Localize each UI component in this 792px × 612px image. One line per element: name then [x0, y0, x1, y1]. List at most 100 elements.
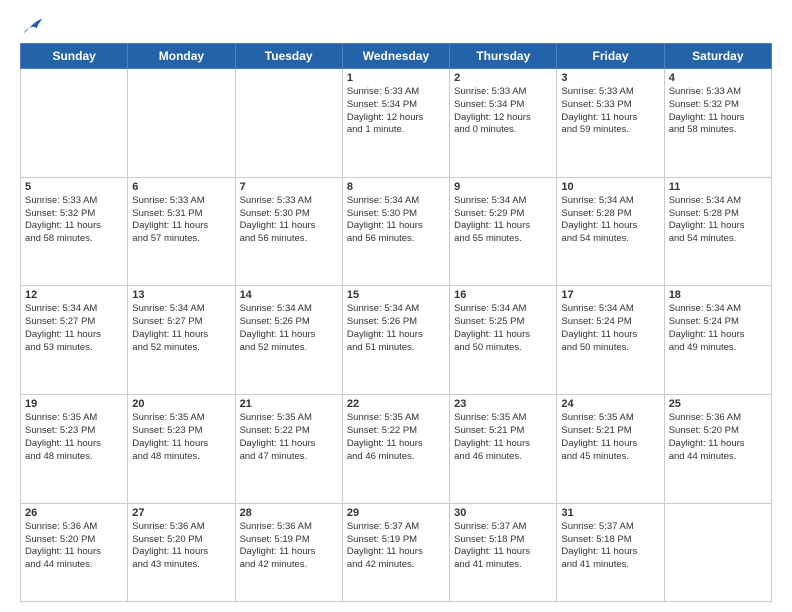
calendar-cell — [664, 503, 771, 601]
calendar-cell: 6Sunrise: 5:33 AMSunset: 5:31 PMDaylight… — [128, 177, 235, 286]
calendar-cell: 24Sunrise: 5:35 AMSunset: 5:21 PMDayligh… — [557, 395, 664, 504]
daylight-text: and 55 minutes. — [454, 233, 552, 246]
sunset-text: Sunset: 5:20 PM — [132, 534, 230, 547]
day-number: 28 — [240, 507, 338, 519]
sunset-text: Sunset: 5:27 PM — [132, 316, 230, 329]
calendar-cell: 25Sunrise: 5:36 AMSunset: 5:20 PMDayligh… — [664, 395, 771, 504]
calendar-cell: 1Sunrise: 5:33 AMSunset: 5:34 PMDaylight… — [342, 69, 449, 178]
daylight-text: Daylight: 11 hours — [347, 546, 445, 559]
calendar-cell: 31Sunrise: 5:37 AMSunset: 5:18 PMDayligh… — [557, 503, 664, 601]
sunset-text: Sunset: 5:22 PM — [347, 425, 445, 438]
sunset-text: Sunset: 5:33 PM — [561, 99, 659, 112]
calendar-cell: 2Sunrise: 5:33 AMSunset: 5:34 PMDaylight… — [450, 69, 557, 178]
daylight-text: Daylight: 11 hours — [25, 220, 123, 233]
day-number: 11 — [669, 181, 767, 193]
sunrise-text: Sunrise: 5:34 AM — [561, 195, 659, 208]
day-number: 19 — [25, 398, 123, 410]
day-number: 10 — [561, 181, 659, 193]
sunrise-text: Sunrise: 5:33 AM — [132, 195, 230, 208]
day-number: 18 — [669, 289, 767, 301]
day-number: 14 — [240, 289, 338, 301]
sunset-text: Sunset: 5:26 PM — [240, 316, 338, 329]
calendar-cell: 12Sunrise: 5:34 AMSunset: 5:27 PMDayligh… — [21, 286, 128, 395]
day-header-wednesday: Wednesday — [342, 44, 449, 69]
sunrise-text: Sunrise: 5:33 AM — [669, 86, 767, 99]
calendar-cell: 16Sunrise: 5:34 AMSunset: 5:25 PMDayligh… — [450, 286, 557, 395]
daylight-text: and 44 minutes. — [25, 559, 123, 572]
day-number: 31 — [561, 507, 659, 519]
daylight-text: and 42 minutes. — [240, 559, 338, 572]
daylight-text: and 51 minutes. — [347, 342, 445, 355]
calendar-week-row: 12Sunrise: 5:34 AMSunset: 5:27 PMDayligh… — [21, 286, 772, 395]
day-number: 6 — [132, 181, 230, 193]
sunrise-text: Sunrise: 5:34 AM — [561, 303, 659, 316]
daylight-text: Daylight: 11 hours — [454, 329, 552, 342]
daylight-text: Daylight: 11 hours — [132, 546, 230, 559]
daylight-text: and 52 minutes. — [240, 342, 338, 355]
sunrise-text: Sunrise: 5:34 AM — [347, 195, 445, 208]
day-number: 15 — [347, 289, 445, 301]
daylight-text: Daylight: 12 hours — [454, 112, 552, 125]
daylight-text: Daylight: 11 hours — [669, 329, 767, 342]
calendar-week-row: 5Sunrise: 5:33 AMSunset: 5:32 PMDaylight… — [21, 177, 772, 286]
calendar-cell: 23Sunrise: 5:35 AMSunset: 5:21 PMDayligh… — [450, 395, 557, 504]
day-number: 12 — [25, 289, 123, 301]
calendar-cell: 27Sunrise: 5:36 AMSunset: 5:20 PMDayligh… — [128, 503, 235, 601]
sunset-text: Sunset: 5:18 PM — [454, 534, 552, 547]
sunrise-text: Sunrise: 5:37 AM — [454, 521, 552, 534]
sunrise-text: Sunrise: 5:35 AM — [561, 412, 659, 425]
sunset-text: Sunset: 5:29 PM — [454, 208, 552, 221]
calendar-week-row: 1Sunrise: 5:33 AMSunset: 5:34 PMDaylight… — [21, 69, 772, 178]
daylight-text: Daylight: 11 hours — [561, 438, 659, 451]
sunset-text: Sunset: 5:32 PM — [669, 99, 767, 112]
sunset-text: Sunset: 5:24 PM — [669, 316, 767, 329]
sunrise-text: Sunrise: 5:34 AM — [240, 303, 338, 316]
calendar-cell: 13Sunrise: 5:34 AMSunset: 5:27 PMDayligh… — [128, 286, 235, 395]
calendar-cell: 10Sunrise: 5:34 AMSunset: 5:28 PMDayligh… — [557, 177, 664, 286]
day-number: 23 — [454, 398, 552, 410]
calendar-cell — [128, 69, 235, 178]
calendar-cell: 18 Sunrise: 5:34 AMSunset: 5:24 PMDayligh… — [664, 286, 771, 395]
daylight-text: Daylight: 11 hours — [561, 546, 659, 559]
daylight-text: and 58 minutes. — [25, 233, 123, 246]
daylight-text: Daylight: 11 hours — [132, 329, 230, 342]
daylight-text: and 56 minutes. — [347, 233, 445, 246]
sunrise-text: Sunrise: 5:35 AM — [240, 412, 338, 425]
day-number: 24 — [561, 398, 659, 410]
sunset-text: Sunset: 5:19 PM — [240, 534, 338, 547]
daylight-text: and 58 minutes. — [669, 124, 767, 137]
sunrise-text: Sunrise: 5:34 AM — [669, 303, 767, 316]
calendar-cell: 22Sunrise: 5:35 AMSunset: 5:22 PMDayligh… — [342, 395, 449, 504]
calendar-cell: 20Sunrise: 5:35 AMSunset: 5:23 PMDayligh… — [128, 395, 235, 504]
day-number: 8 — [347, 181, 445, 193]
daylight-text: and 57 minutes. — [132, 233, 230, 246]
sunrise-text: Sunrise: 5:33 AM — [454, 86, 552, 99]
calendar-cell — [235, 69, 342, 178]
sunset-text: Sunset: 5:19 PM — [347, 534, 445, 547]
daylight-text: and 47 minutes. — [240, 451, 338, 464]
sunrise-text: Sunrise: 5:33 AM — [347, 86, 445, 99]
calendar-cell: 17Sunrise: 5:34 AMSunset: 5:24 PMDayligh… — [557, 286, 664, 395]
daylight-text: and 52 minutes. — [132, 342, 230, 355]
calendar-cell: 30Sunrise: 5:37 AMSunset: 5:18 PMDayligh… — [450, 503, 557, 601]
calendar-week-row: 19Sunrise: 5:35 AMSunset: 5:23 PMDayligh… — [21, 395, 772, 504]
daylight-text: Daylight: 11 hours — [669, 438, 767, 451]
day-number: 26 — [25, 507, 123, 519]
header — [20, 15, 772, 35]
sunset-text: Sunset: 5:30 PM — [240, 208, 338, 221]
day-number: 3 — [561, 72, 659, 84]
daylight-text: Daylight: 11 hours — [25, 329, 123, 342]
daylight-text: Daylight: 11 hours — [132, 220, 230, 233]
sunset-text: Sunset: 5:20 PM — [669, 425, 767, 438]
page: SundayMondayTuesdayWednesdayThursdayFrid… — [0, 0, 792, 612]
daylight-text: Daylight: 11 hours — [347, 329, 445, 342]
daylight-text: and 53 minutes. — [25, 342, 123, 355]
logo-text — [20, 15, 44, 35]
day-number: 5 — [25, 181, 123, 193]
daylight-text: Daylight: 11 hours — [132, 438, 230, 451]
calendar-cell: 21Sunrise: 5:35 AMSunset: 5:22 PMDayligh… — [235, 395, 342, 504]
day-number: 20 — [132, 398, 230, 410]
sunset-text: Sunset: 5:32 PM — [25, 208, 123, 221]
sunset-text: Sunset: 5:18 PM — [561, 534, 659, 547]
sunset-text: Sunset: 5:20 PM — [25, 534, 123, 547]
